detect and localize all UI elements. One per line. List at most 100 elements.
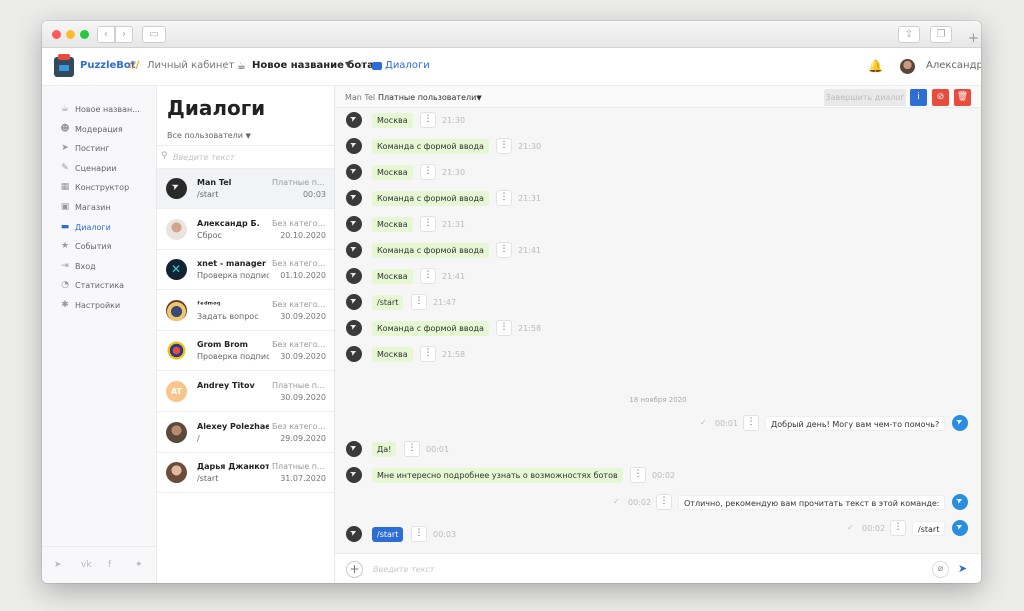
message-bubble[interactable]: Москва: [372, 347, 413, 362]
message-bubble[interactable]: Мне интересно подробнее узнать о возможн…: [372, 468, 623, 483]
sidebar-item[interactable]: ▣ Магазин: [42, 198, 156, 217]
finish-dialog-button[interactable]: Завершить диалог: [824, 89, 906, 106]
new-tab-icon[interactable]: +: [968, 31, 979, 46]
incoming-message: Москва ⋮ 21:30: [335, 110, 981, 130]
message-menu-icon[interactable]: ⋮: [420, 216, 436, 232]
message-menu-icon[interactable]: ⋮: [496, 242, 512, 258]
sidebar-item[interactable]: ☻ Модерация: [42, 120, 156, 139]
user-filter-dropdown[interactable]: Все пользователи ▼: [167, 131, 251, 140]
message-menu-icon[interactable]: ⋮: [743, 415, 759, 431]
app-header: PuzzleBot :// Личный кабинет / ☕ Новое н…: [42, 48, 981, 86]
sidebar-item[interactable]: ◔ Статистика: [42, 276, 156, 295]
back-icon[interactable]: ‹: [97, 26, 115, 43]
sidebar-item[interactable]: ▬ Диалоги: [42, 218, 156, 237]
list-item[interactable]: ᶠᵉᵈᵐᵒᵑ Без катего... Задать вопрос 30.09.20…: [157, 291, 334, 331]
message-bubble[interactable]: Отлично, рекомендую вам прочитать текст …: [678, 495, 946, 510]
message-bubble[interactable]: Москва: [372, 113, 413, 128]
message-bubble[interactable]: /start: [372, 295, 404, 310]
block-user-button[interactable]: ⊘: [932, 89, 949, 106]
share-icon[interactable]: ⇪: [898, 26, 920, 43]
message-bubble[interactable]: Добрый день! Могу вам чем-то помочь?: [765, 416, 946, 431]
message-menu-icon[interactable]: ⋮: [420, 268, 436, 284]
message-bubble[interactable]: Москва: [372, 217, 413, 232]
telegram-icon[interactable]: ➤: [54, 560, 62, 570]
message-bubble[interactable]: Команда с формой ввода: [372, 139, 489, 154]
sidebar-item[interactable]: ☕ Новое назван...: [42, 100, 156, 119]
list-item[interactable]: AT Andrey Titov Платные п... 30.09.2020: [157, 372, 334, 412]
sidebar-item[interactable]: ▦ Конструктор: [42, 178, 156, 197]
chat-user-name: Man Tel: [345, 93, 376, 102]
message-bubble[interactable]: Команда с формой ввода: [372, 243, 489, 258]
list-item[interactable]: Александр Б. Без катего... Сброс 20.10.2020: [157, 210, 334, 250]
sidebar-item[interactable]: ✎ Сценарии: [42, 159, 156, 178]
message-menu-icon[interactable]: ⋮: [420, 112, 436, 128]
message-menu-icon[interactable]: ⋮: [411, 294, 427, 310]
avatar[interactable]: [900, 59, 915, 74]
incoming-message: Команда с формой ввода ⋮ 21:31: [335, 188, 981, 208]
close-window-button[interactable]: [52, 30, 61, 39]
message-bubble[interactable]: /start: [372, 527, 404, 542]
message-menu-icon[interactable]: ⋮: [496, 320, 512, 336]
message-time: 00:02: [652, 471, 676, 480]
message-bubble[interactable]: Команда с формой ввода: [372, 321, 489, 336]
outgoing-message: Отлично, рекомендую вам прочитать текст …: [335, 492, 981, 512]
incoming-message: /start ⋮ 00:03: [335, 524, 981, 544]
message-menu-icon[interactable]: ⋮: [630, 467, 646, 483]
sidebar-item[interactable]: ⇥ Вход: [42, 257, 156, 276]
bot-avatar-icon: [952, 494, 968, 510]
twitter-icon[interactable]: ✦: [135, 560, 143, 570]
tabs-icon[interactable]: ❐: [930, 26, 952, 43]
message-menu-icon[interactable]: ⋮: [496, 190, 512, 206]
incoming-message: Команда с формой ввода ⋮ 21:41: [335, 240, 981, 260]
search-input[interactable]: [173, 150, 323, 165]
message-menu-icon[interactable]: ⋮: [404, 441, 420, 457]
breadcrumb-cabinet[interactable]: Личный кабинет: [147, 60, 234, 71]
user-name[interactable]: Александр: [926, 60, 981, 71]
message-menu-icon[interactable]: ⋮: [420, 164, 436, 180]
list-item[interactable]: Alexey Polezhaev Без катего... / 29.09.2020: [157, 413, 334, 453]
add-attachment-button[interactable]: +: [346, 561, 363, 578]
message-input[interactable]: [373, 561, 923, 578]
sidebar-item[interactable]: ✱ Настройки: [42, 296, 156, 315]
message-menu-icon[interactable]: ⋮: [420, 346, 436, 362]
incoming-message: Мне интересно подробнее узнать о возможн…: [335, 465, 981, 485]
list-item[interactable]: Grom Brom Без катего...Проверка подписки 3…: [157, 331, 334, 372]
telegram-avatar-icon: [346, 320, 362, 336]
message-bubble[interactable]: Да!: [372, 442, 397, 457]
chat-category-dropdown[interactable]: Платные пользователи▼: [378, 93, 482, 102]
message-menu-icon[interactable]: ⋮: [496, 138, 512, 154]
list-item[interactable]: xnet - manager Без катего...Проверка подп…: [157, 250, 334, 291]
breadcrumb-dialogs[interactable]: Диалоги: [385, 60, 430, 71]
message-menu-icon[interactable]: ⋮: [656, 494, 672, 510]
chat-header: Man Tel Платные пользователи▼ Завершить …: [335, 86, 981, 108]
paperclip-icon[interactable]: ⌀: [932, 561, 949, 578]
puzzlebot-logo-icon[interactable]: [54, 54, 74, 77]
dialog-date: 30.09.2020: [280, 393, 326, 402]
dialog-last-message: /: [197, 433, 200, 443]
sidebar-item-label: Магазин: [75, 203, 111, 212]
info-button[interactable]: i: [910, 89, 927, 106]
maximize-window-button[interactable]: [80, 30, 89, 39]
sidebar-toggle-icon[interactable]: ▭: [142, 26, 166, 43]
bell-icon[interactable]: 🔔: [868, 59, 883, 73]
list-item[interactable]: Дарья ДжанкоттиПлатные п... /start 31.07.2…: [157, 453, 334, 494]
sidebar-item[interactable]: ★ События: [42, 237, 156, 256]
message-menu-icon[interactable]: ⋮: [411, 526, 427, 542]
dialog-name: Дарья Джанкотти: [197, 462, 269, 472]
minimize-window-button[interactable]: [66, 30, 75, 39]
list-item[interactable]: Man Tel Платные п... /start 00:03: [157, 169, 334, 209]
incoming-message: Москва ⋮ 21:41: [335, 266, 981, 286]
sidebar-item[interactable]: ➤ Постинг: [42, 139, 156, 158]
delete-dialog-button[interactable]: 🗑: [954, 89, 971, 106]
send-icon[interactable]: ➤: [958, 562, 967, 575]
vk-icon[interactable]: vk: [81, 560, 92, 570]
sidebar-item-label: Постинг: [75, 144, 110, 154]
message-bubble[interactable]: Команда с формой ввода: [372, 191, 489, 206]
breadcrumb-bot-name[interactable]: Новое название бота: [252, 60, 374, 71]
message-time: 21:47: [433, 298, 457, 307]
message-bubble[interactable]: Москва: [372, 269, 413, 284]
chevron-down-icon[interactable]: ▼: [345, 60, 351, 69]
facebook-icon[interactable]: f: [108, 560, 111, 570]
forward-icon[interactable]: ›: [115, 26, 133, 43]
message-bubble[interactable]: Москва: [372, 165, 413, 180]
